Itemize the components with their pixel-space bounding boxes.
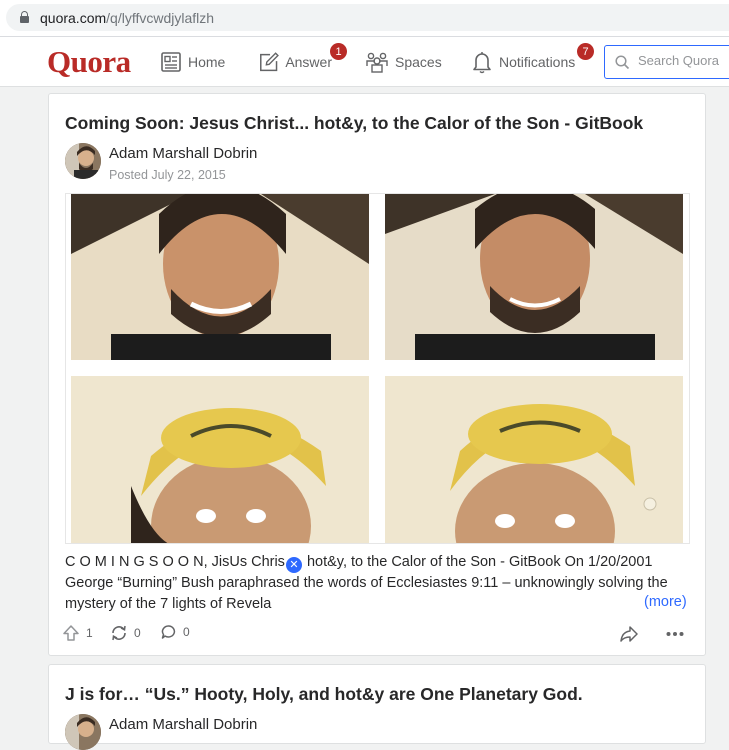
more-link[interactable]: (more) <box>644 594 687 610</box>
share-arrow-icon <box>620 626 638 642</box>
comment-count: 0 <box>183 625 190 639</box>
upvote-count: 1 <box>86 626 93 640</box>
url-domain: quora.com <box>40 10 107 26</box>
post-excerpt[interactable]: C O M I N G S O O N, JisUs Chris ✕ hot&y,… <box>65 552 691 615</box>
search-box[interactable] <box>604 45 729 79</box>
photo-bottom-left <box>71 376 369 543</box>
url-text[interactable]: quora.com/q/lyffvcwdjylaflzh <box>40 10 214 26</box>
photo-bottom-right <box>385 376 683 543</box>
post-date: Posted July 22, 2015 <box>109 168 226 182</box>
avatar-photo <box>65 143 101 179</box>
post-card: Coming Soon: Jesus Christ... hot&y, to t… <box>48 93 706 656</box>
comment-button[interactable]: 0 <box>161 624 190 640</box>
excerpt-part-1: C O M I N G S O O N, JisUs Chris <box>65 554 285 570</box>
upvote-button[interactable]: 1 <box>62 624 93 642</box>
search-input[interactable] <box>638 53 728 68</box>
photo-top-right <box>385 194 683 360</box>
post-card: J is for… “Us.” Hooty, Holy, and hot&y a… <box>48 664 706 750</box>
search-icon <box>615 55 630 70</box>
bell-icon <box>473 52 491 74</box>
home-feed-icon <box>161 52 181 72</box>
pencil-square-icon <box>260 51 279 71</box>
author-name[interactable]: Adam Marshall Dobrin <box>109 716 257 733</box>
nav-answer[interactable]: Answer <box>258 37 332 87</box>
nav-notifications-label: Notifications <box>499 54 576 70</box>
share-count: 0 <box>134 626 141 640</box>
close-circle-icon: ✕ <box>285 557 302 573</box>
nav-home[interactable]: Home <box>160 37 225 87</box>
notifications-badge: 7 <box>577 43 594 60</box>
nav-notifications[interactable]: Notifications <box>471 37 575 87</box>
post-title[interactable]: J is for… “Us.” Hooty, Holy, and hot&y a… <box>65 684 583 705</box>
nav-answer-label: Answer <box>285 54 332 70</box>
nav-home-label: Home <box>188 54 226 70</box>
browser-url-bar: quora.com/q/lyffvcwdjylaflzh <box>0 0 729 36</box>
post-actions: 1 0 0 <box>62 624 692 646</box>
reshare-icon <box>112 625 126 641</box>
avatar-photo <box>65 714 101 750</box>
avatar[interactable] <box>65 143 101 179</box>
comment-bubble-icon <box>161 625 176 639</box>
quora-logo[interactable]: Quora <box>47 44 131 80</box>
upvote-arrow-icon <box>63 625 79 641</box>
nav-spaces-label: Spaces <box>395 54 442 70</box>
photo-top-left <box>71 194 369 360</box>
more-options-button[interactable] <box>665 624 685 644</box>
post-title[interactable]: Coming Soon: Jesus Christ... hot&y, to t… <box>65 113 643 134</box>
lock-icon <box>20 11 29 23</box>
author-name[interactable]: Adam Marshall Dobrin <box>109 145 257 162</box>
address-field[interactable]: quora.com/q/lyffvcwdjylaflzh <box>6 4 729 31</box>
nav-spaces[interactable]: Spaces <box>365 37 442 87</box>
top-navigation: Quora Home Answer 1 Spaces Notifications… <box>0 36 729 87</box>
share-out-button[interactable] <box>619 624 639 644</box>
answer-badge: 1 <box>330 43 347 60</box>
people-group-icon <box>366 52 388 73</box>
share-button[interactable]: 0 <box>110 624 141 642</box>
url-path: /q/lyffvcwdjylaflzh <box>106 10 215 26</box>
avatar[interactable] <box>65 714 101 750</box>
post-image[interactable] <box>65 193 690 544</box>
ellipsis-icon <box>666 632 684 636</box>
